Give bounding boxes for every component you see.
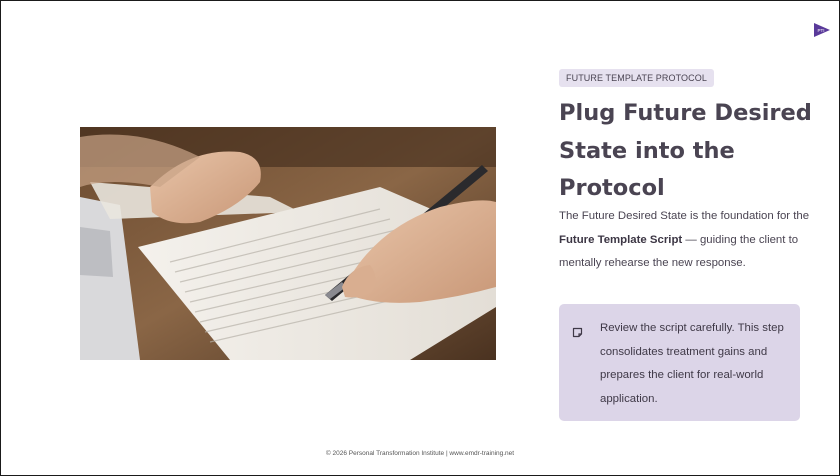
section-tag: FUTURE TEMPLATE PROTOCOL <box>559 69 714 87</box>
body-bold-term: Future Template Script <box>559 233 683 246</box>
pti-logo-icon: PTI <box>812 21 832 39</box>
callout-text: Review the script carefully. This step c… <box>600 322 784 405</box>
body-text-part: The Future Desired State is the foundati… <box>559 210 810 222</box>
slide-title: Plug Future Desired State into the Proto… <box>559 100 812 201</box>
hands-signing-document-photo <box>80 127 496 360</box>
note-icon <box>572 325 583 338</box>
slide: PTI FUTURE TEMPLATE PROTOCOL Plug Future… <box>0 0 840 476</box>
body-text: The Future Desired State is the foundati… <box>559 205 827 276</box>
footer-copyright: © 2026 Personal Transformation Institute… <box>325 450 515 457</box>
logo-text: PTI <box>818 28 825 33</box>
callout-box: Review the script carefully. This step c… <box>559 304 800 421</box>
